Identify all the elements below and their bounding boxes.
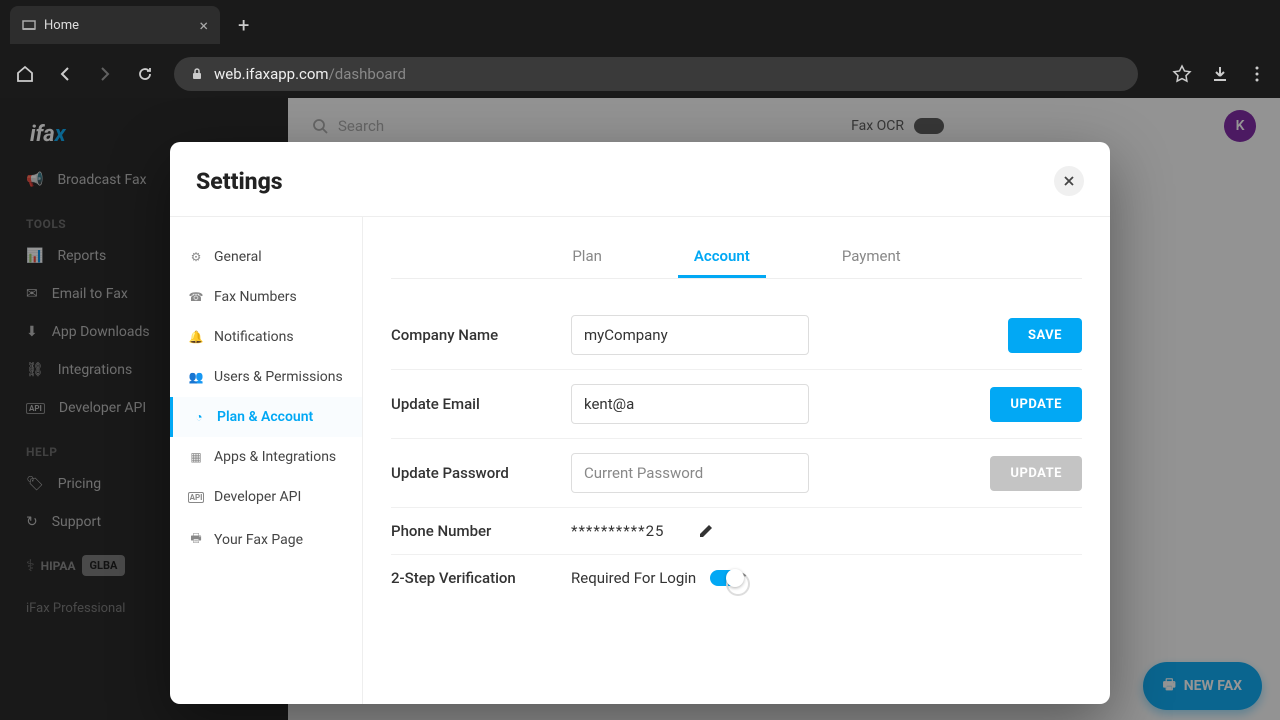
close-icon — [1062, 174, 1076, 188]
reload-icon[interactable] — [134, 63, 156, 85]
browser-chrome: Home × + web.ifaxapp.com/dashboard — [0, 0, 1280, 98]
settings-nav-fax-page[interactable]: 🖶Your Fax Page — [170, 517, 362, 562]
two-step-text: Required For Login — [571, 569, 696, 587]
close-button[interactable] — [1054, 166, 1084, 196]
two-step-label: 2-Step Verification — [391, 569, 551, 587]
company-name-label: Company Name — [391, 326, 551, 344]
phone-masked-value: **********25 — [571, 522, 664, 540]
settings-nav-notifications[interactable]: 🔔Notifications — [170, 317, 362, 357]
forward-icon[interactable] — [94, 63, 116, 85]
edit-icon[interactable] — [698, 523, 714, 539]
email-input[interactable] — [571, 384, 809, 424]
modal-body: ⚙General ☎Fax Numbers 🔔Notifications 👥Us… — [170, 217, 1110, 704]
settings-sidebar: ⚙General ☎Fax Numbers 🔔Notifications 👥Us… — [170, 217, 363, 704]
nav-right — [1172, 64, 1266, 84]
row-phone-number: Phone Number **********25 — [391, 508, 1082, 555]
update-password-button[interactable]: UPDATE — [990, 456, 1082, 491]
api-icon: API — [188, 492, 204, 503]
save-button[interactable]: SAVE — [1008, 318, 1082, 353]
modal-title: Settings — [196, 168, 283, 195]
url-bar[interactable]: web.ifaxapp.com/dashboard — [174, 57, 1138, 91]
row-company-name: Company Name SAVE — [391, 301, 1082, 370]
settings-nav-plan-account[interactable]: ◔Plan & Account — [170, 397, 362, 437]
tab-payment[interactable]: Payment — [826, 237, 917, 278]
users-icon: 👥 — [188, 370, 204, 384]
settings-modal: Settings ⚙General ☎Fax Numbers 🔔Notifica… — [170, 142, 1110, 704]
password-label: Update Password — [391, 464, 551, 482]
password-input[interactable] — [571, 453, 809, 493]
nav-bar: web.ifaxapp.com/dashboard — [0, 50, 1280, 98]
settings-nav-users[interactable]: 👥Users & Permissions — [170, 357, 362, 397]
back-icon[interactable] — [54, 63, 76, 85]
update-email-button[interactable]: UPDATE — [990, 387, 1082, 422]
gear-icon: ⚙ — [188, 250, 204, 264]
url-text: web.ifaxapp.com/dashboard — [214, 65, 406, 83]
printer-icon: 🖶 — [188, 529, 204, 550]
browser-tab[interactable]: Home × — [10, 6, 220, 44]
modal-overlay: Settings ⚙General ☎Fax Numbers 🔔Notifica… — [0, 98, 1280, 720]
row-update-password: Update Password UPDATE — [391, 439, 1082, 508]
lock-icon — [190, 67, 204, 81]
star-icon[interactable] — [1172, 64, 1192, 84]
close-icon[interactable]: × — [199, 16, 208, 35]
download-icon[interactable] — [1210, 64, 1230, 84]
settings-nav-developer-api[interactable]: APIDeveloper API — [170, 477, 362, 517]
row-two-step: 2-Step Verification Required For Login — [391, 555, 1082, 601]
clock-icon: ◔ — [191, 410, 207, 424]
tab-title: Home — [44, 18, 79, 33]
phone-label: Phone Number — [391, 522, 551, 540]
modal-header: Settings — [170, 142, 1110, 217]
two-step-toggle[interactable] — [710, 570, 742, 586]
phone-icon: ☎ — [188, 290, 204, 304]
new-tab-button[interactable]: + — [238, 13, 249, 37]
home-icon[interactable] — [14, 63, 36, 85]
bell-icon: 🔔 — [188, 330, 204, 344]
grid-icon: ▦ — [188, 450, 204, 464]
settings-tabs: Plan Account Payment — [391, 237, 1082, 279]
row-update-email: Update Email UPDATE — [391, 370, 1082, 439]
email-label: Update Email — [391, 395, 551, 413]
settings-nav-apps[interactable]: ▦Apps & Integrations — [170, 437, 362, 477]
settings-nav-fax-numbers[interactable]: ☎Fax Numbers — [170, 277, 362, 317]
tab-plan[interactable]: Plan — [556, 237, 618, 278]
settings-nav-general[interactable]: ⚙General — [170, 237, 362, 277]
tab-bar: Home × + — [0, 0, 1280, 50]
tab-account[interactable]: Account — [678, 237, 766, 278]
company-name-input[interactable] — [571, 315, 809, 355]
menu-icon[interactable] — [1248, 65, 1266, 83]
tab-favicon — [22, 18, 36, 32]
settings-content: Plan Account Payment Company Name SAVE U… — [363, 217, 1110, 704]
